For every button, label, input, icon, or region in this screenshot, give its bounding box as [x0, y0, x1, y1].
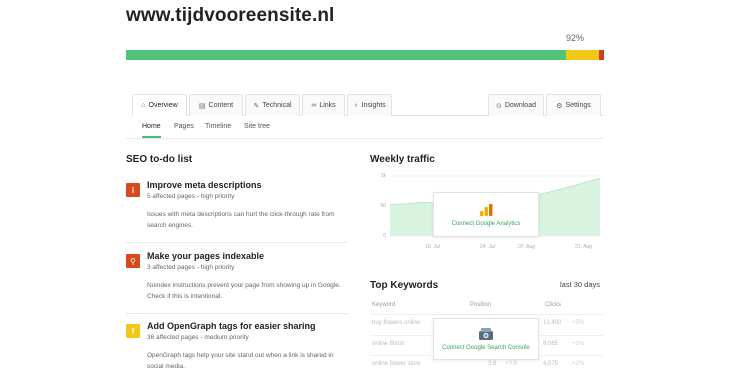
- tab-label: Insights: [361, 102, 386, 109]
- score-label: 92%: [566, 33, 585, 43]
- info-icon: i: [126, 183, 140, 197]
- keyword-clicks: 4,575: [543, 361, 559, 367]
- tab-content[interactable]: ▤ Content: [189, 94, 243, 116]
- todo-item-description: Noindex instructions prevent your page f…: [147, 282, 341, 300]
- main-tabs: ⌂ Overview ▤ Content ✎ Technical ∞ Links ♁ Insigh…: [132, 94, 604, 116]
- todo-title: SEO to-do list: [126, 154, 193, 165]
- score-bar: [126, 50, 604, 60]
- keyword-keyword: buy flowers online: [372, 320, 421, 326]
- tab-download[interactable]: ⊙ Download: [488, 94, 544, 116]
- traffic-title: Weekly traffic: [370, 154, 435, 165]
- x-tick-label: 07. Aug: [518, 244, 535, 250]
- tab-settings[interactable]: ⚙ Settings: [546, 94, 601, 116]
- todo-item[interactable]: ⚲ Make your pages indexable 3 affected pag…: [126, 251, 348, 309]
- keyword-pos-change: +0.8: [505, 361, 517, 367]
- subtab-pages[interactable]: Pages: [174, 123, 194, 136]
- tab-label: Download: [504, 102, 536, 109]
- divider: [126, 242, 348, 243]
- site-title: www.tijdvooreensite.nl: [126, 5, 335, 26]
- y-tick-label: 50: [380, 203, 386, 209]
- row-divider: [370, 314, 604, 315]
- connect-analytics-label: Connect Google Analytics: [451, 220, 521, 227]
- keywords-column-position: Position: [470, 302, 492, 308]
- search-icon: ⚲: [126, 254, 140, 268]
- divider: [126, 313, 348, 314]
- todo-item[interactable]: f Add OpenGraph tags for easier sharing 36…: [126, 321, 348, 379]
- score-segment: [599, 50, 604, 60]
- tab-label: Content: [208, 102, 234, 109]
- keyword-clicks: 8,065: [543, 341, 559, 347]
- tab-label: Settings: [565, 102, 591, 109]
- x-tick-label: 21. Aug: [575, 244, 592, 250]
- tab-label: Overview: [148, 102, 178, 109]
- tab-label: Links: [319, 102, 336, 109]
- subtab-site-tree[interactable]: Site tree: [244, 123, 270, 136]
- search-console-icon: [479, 328, 493, 340]
- keyword-position: 3.6: [488, 361, 497, 367]
- y-tick-label: 0: [383, 233, 386, 239]
- todo-item-title: Make your pages indexable: [147, 251, 265, 261]
- todo-item-title: Improve meta descriptions: [147, 180, 262, 190]
- keyword-clicks: 12,490: [543, 320, 562, 326]
- tab-overview[interactable]: ⌂ Overview: [132, 94, 187, 116]
- keywords-period[interactable]: last 30 days: [560, 280, 600, 289]
- tab-technical[interactable]: ✎ Technical: [245, 94, 300, 116]
- x-tick-label: 10. Jul: [425, 244, 440, 250]
- tab-insights[interactable]: ♁ Insights: [347, 94, 392, 116]
- connect-analytics-card[interactable]: Connect Google Analytics: [433, 192, 539, 237]
- link-icon: ∞: [311, 102, 317, 109]
- subtab-home[interactable]: Home: [142, 123, 161, 138]
- todo-item-description: OpenGraph tags help your site stand out …: [147, 352, 334, 370]
- connect-search-console-card[interactable]: Connect Google Search Console: [433, 318, 539, 360]
- keywords-column-keyword: Keyword: [372, 302, 396, 308]
- keyword-keyword: online flower store: [372, 361, 421, 367]
- todo-item-meta: 3 affected pages - high priority: [147, 264, 235, 271]
- document-icon: ▤: [198, 102, 206, 110]
- analytics-icon: [480, 203, 493, 216]
- keywords-title: Top Keywords: [370, 280, 439, 291]
- todo-item-meta: 5 affected pages - high priority: [147, 193, 235, 200]
- sub-tabs: Home Pages Timeline Site tree: [126, 117, 604, 139]
- todo-item-description: Issues with meta descriptions can hurt t…: [147, 211, 335, 229]
- x-tick-label: 24. Jul: [480, 244, 495, 250]
- keyword-click-change: +3%: [572, 341, 585, 347]
- wrench-icon: ✎: [253, 102, 260, 110]
- lightbulb-icon: ♁: [353, 102, 359, 109]
- subtab-timeline[interactable]: Timeline: [205, 123, 231, 136]
- todo-item-title: Add OpenGraph tags for easier sharing: [147, 321, 316, 331]
- todo-item-meta: 36 affected pages - medium priority: [147, 334, 249, 341]
- todo-item[interactable]: i Improve meta descriptions 5 affected pag…: [126, 180, 348, 238]
- keyword-keyword: online florist: [372, 341, 405, 347]
- facebook-icon: f: [126, 324, 140, 338]
- gear-icon: ⚙: [556, 102, 563, 110]
- keyword-click-change: +5%: [572, 320, 585, 326]
- tab-label: Technical: [262, 102, 292, 109]
- home-icon: ⌂: [141, 102, 146, 109]
- tab-links[interactable]: ∞ Links: [302, 94, 345, 116]
- score-segment: [565, 50, 600, 60]
- connect-search-console-label: Connect Google Search Console: [442, 345, 530, 351]
- score-segment: [126, 50, 566, 60]
- keyword-click-change: +2%: [572, 361, 585, 367]
- y-tick-label: 1k: [380, 173, 386, 179]
- keywords-column-clicks: Clicks: [545, 302, 561, 308]
- download-icon: ⊙: [495, 102, 502, 110]
